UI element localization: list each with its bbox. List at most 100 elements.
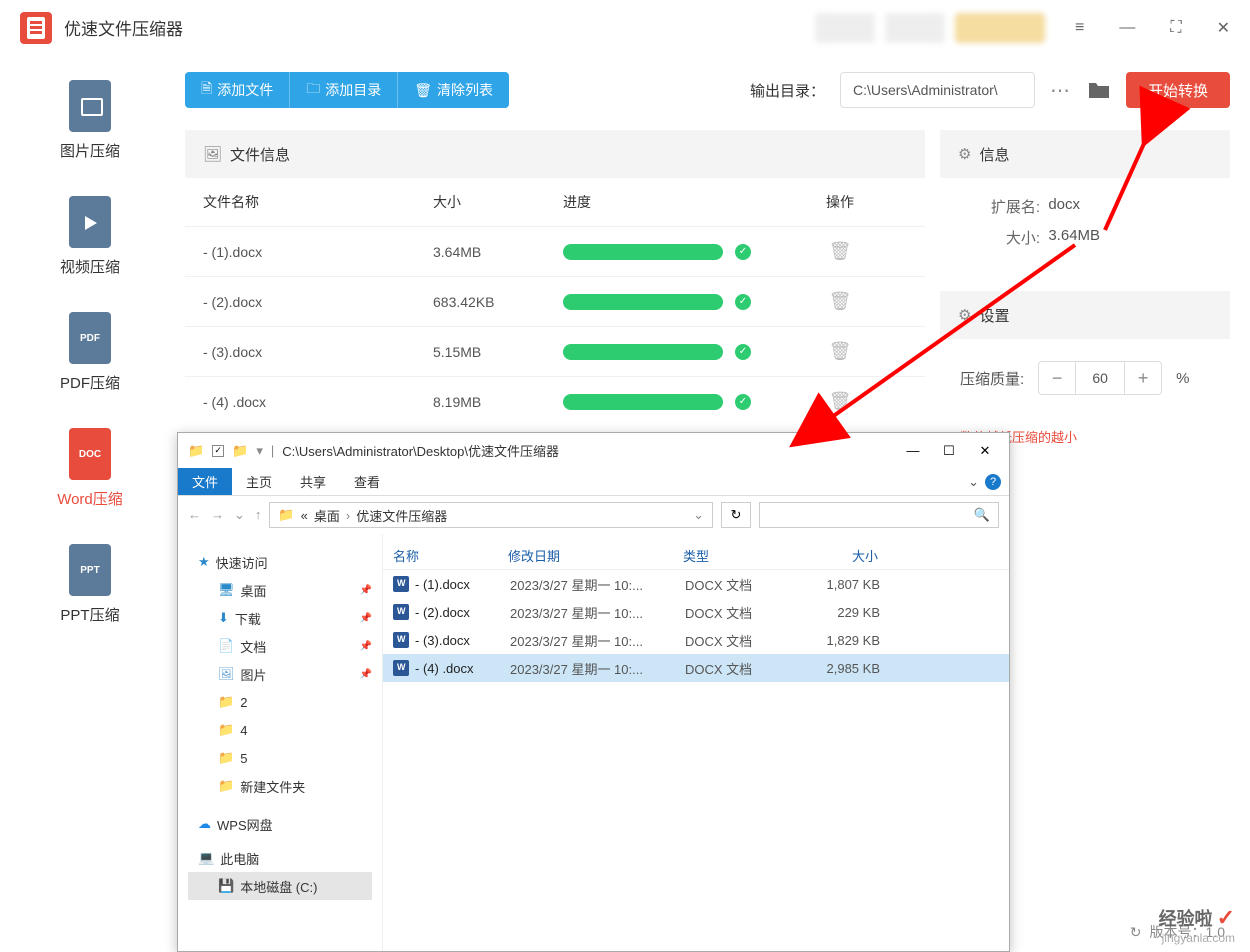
explorer-address-bar: ← → ⌄ ↑ 📁 « 桌面 › 优速文件压缩器 ⌄ ↻ 🔍 [178,496,1009,534]
chevron-down-icon[interactable]: ⌄ [968,474,979,490]
video-icon [69,196,111,248]
back-icon[interactable]: ← [188,507,201,523]
trash-icon: 🗑 [414,82,432,99]
nav-pictures[interactable]: 🖼图片📌 [188,660,372,688]
file-plus-icon: 🗎 [201,78,212,102]
clear-list-button[interactable]: 🗑清除列表 [397,72,509,108]
sidebar-item-image[interactable]: 图片压缩 [60,80,120,161]
nav-folder-2[interactable]: 📁2 [188,688,372,716]
up-icon[interactable]: ↑ [255,507,262,523]
toolbar: 🗎添加文件 🗀添加目录 🗑清除列表 输出目录： C:\Users\Adminis… [185,65,1230,115]
progress-bar [563,394,723,410]
file-list-header: 名称 修改日期 类型 大小 [383,542,1009,570]
nav-documents[interactable]: 📄文档📌 [188,632,372,660]
folder-icon: 📁 [218,722,234,738]
output-path-field[interactable]: C:\Users\Administrator\ [840,72,1035,108]
pdf-icon: PDF [69,312,111,364]
nav-folder-5[interactable]: 📁5 [188,744,372,772]
folder-icon: 📁 [218,694,234,710]
forward-icon[interactable]: → [211,507,224,523]
file-row[interactable]: - (1).docx2023/3/27 星期一 10:...DOCX 文档1,8… [383,570,1009,598]
sidebar-item-ppt[interactable]: PPT PPT压缩 [60,544,119,625]
sidebar-item-pdf[interactable]: PDF PDF压缩 [60,312,120,393]
folder-icon: 📁 [218,778,234,794]
explorer-maximize[interactable]: ☐ [935,443,963,459]
nav-tree[interactable]: ★快速访问 🖥桌面📌 ⬇下载📌 📄文档📌 🖼图片📌 📁2 📁4 📁5 📁新建文件… [178,534,383,951]
progress-bar [563,244,723,260]
minimize-icon[interactable]: — [1119,19,1135,37]
file-row[interactable]: - (4) .docx2023/3/27 星期一 10:...DOCX 文档2,… [383,654,1009,682]
more-icon[interactable]: ⋯ [1050,78,1072,103]
nav-c-drive[interactable]: 💾本地磁盘 (C:) [188,872,372,900]
delete-icon[interactable]: 🗑 [773,391,907,412]
nav-downloads[interactable]: ⬇下载📌 [188,604,372,632]
doc-icon: 📄 [218,638,234,654]
tab-file[interactable]: 文件 [178,468,232,495]
explorer-window[interactable]: 📁 ✓ 📁 ▾ | C:\Users\Administrator\Desktop… [177,432,1010,952]
file-row[interactable]: - (2).docx2023/3/27 星期一 10:...DOCX 文档229… [383,598,1009,626]
table-row[interactable]: - (3).docx 5.15MB ✓ 🗑 [185,326,925,376]
nav-wps[interactable]: ☁WPS网盘 [188,810,372,838]
pin-icon: 📌 [360,641,372,652]
nav-desktop[interactable]: 🖥桌面📌 [188,576,372,604]
docx-icon [393,660,409,676]
file-row[interactable]: - (3).docx2023/3/27 星期一 10:...DOCX 文档1,8… [383,626,1009,654]
explorer-close[interactable]: ✕ [971,443,999,459]
quality-value: 60 [1075,362,1125,394]
file-table-header: 文件名称 大小 进度 操作 [185,178,925,226]
maximize-icon[interactable]: ⛶ [1170,19,1181,37]
drive-icon: 💾 [218,878,234,894]
file-list[interactable]: 名称 修改日期 类型 大小 - (1).docx2023/3/27 星期一 10… [383,534,1009,951]
tab-home[interactable]: 主页 [232,468,286,495]
refresh-icon[interactable]: ↻ [721,502,751,528]
table-row[interactable]: - (1).docx 3.64MB ✓ 🗑 [185,226,925,276]
sidebar-item-word[interactable]: DOC Word压缩 [57,428,123,509]
menu-icon[interactable]: ≡ [1075,19,1084,37]
gear-icon: ⚙ [958,306,971,324]
explorer-minimize[interactable]: — [899,443,927,458]
sidebar-item-video[interactable]: 视频压缩 [60,196,120,277]
table-row[interactable]: - (4) .docx 8.19MB ✓ 🗑 [185,376,925,426]
cloud-icon: ☁ [198,816,211,832]
open-folder-icon[interactable] [1087,80,1111,100]
explorer-titlebar[interactable]: 📁 ✓ 📁 ▾ | C:\Users\Administrator\Desktop… [178,433,1009,468]
start-button[interactable]: 开始转换 [1126,72,1230,108]
pc-icon: 💻 [198,850,214,866]
folder-small-icon: 📁 [232,443,248,459]
close-icon[interactable]: ✕ [1217,18,1230,38]
checkbox-icon[interactable]: ✓ [212,445,224,457]
nav-folder-4[interactable]: 📁4 [188,716,372,744]
tab-view[interactable]: 查看 [340,468,394,495]
folder-icon: 📁 [278,507,294,523]
delete-icon[interactable]: 🗑 [773,341,907,362]
nav-this-pc[interactable]: 💻此电脑 [188,844,372,872]
search-field[interactable]: 🔍 [759,502,999,528]
chevron-down-icon[interactable]: ⌄ [234,507,245,523]
location-field[interactable]: 📁 « 桌面 › 优速文件压缩器 ⌄ [269,502,713,528]
window-controls: ≡ — ⛶ ✕ [1075,18,1230,38]
nav-quick-access[interactable]: ★快速访问 [188,548,372,576]
folder-plus-icon: 🗀 [306,78,320,102]
add-dir-button[interactable]: 🗀添加目录 [289,72,397,108]
check-icon: ✓ [735,394,751,410]
download-icon: ⬇ [218,610,229,626]
titlebar: 优速文件压缩器 ≡ — ⛶ ✕ [0,0,1250,55]
refresh-icon[interactable]: ↻ [1130,924,1142,941]
pin-icon: 📌 [360,613,372,624]
progress-bar [563,294,723,310]
app-title: 优速文件压缩器 [64,15,183,40]
nav-folder-new[interactable]: 📁新建文件夹 [188,772,372,800]
minus-button[interactable]: − [1039,368,1075,389]
docx-icon [393,576,409,592]
quality-stepper[interactable]: − 60 + [1038,361,1162,395]
help-icon[interactable]: ? [985,474,1001,490]
add-file-button[interactable]: 🗎添加文件 [185,72,289,108]
plus-button[interactable]: + [1125,368,1161,389]
table-row[interactable]: - (2).docx 683.42KB ✓ 🗑 [185,276,925,326]
delete-icon[interactable]: 🗑 [773,291,907,312]
tab-share[interactable]: 共享 [286,468,340,495]
pin-icon: 📌 [360,585,372,596]
output-label: 输出目录： [750,80,825,101]
delete-icon[interactable]: 🗑 [773,241,907,262]
folder-icon: 📁 [188,443,204,459]
